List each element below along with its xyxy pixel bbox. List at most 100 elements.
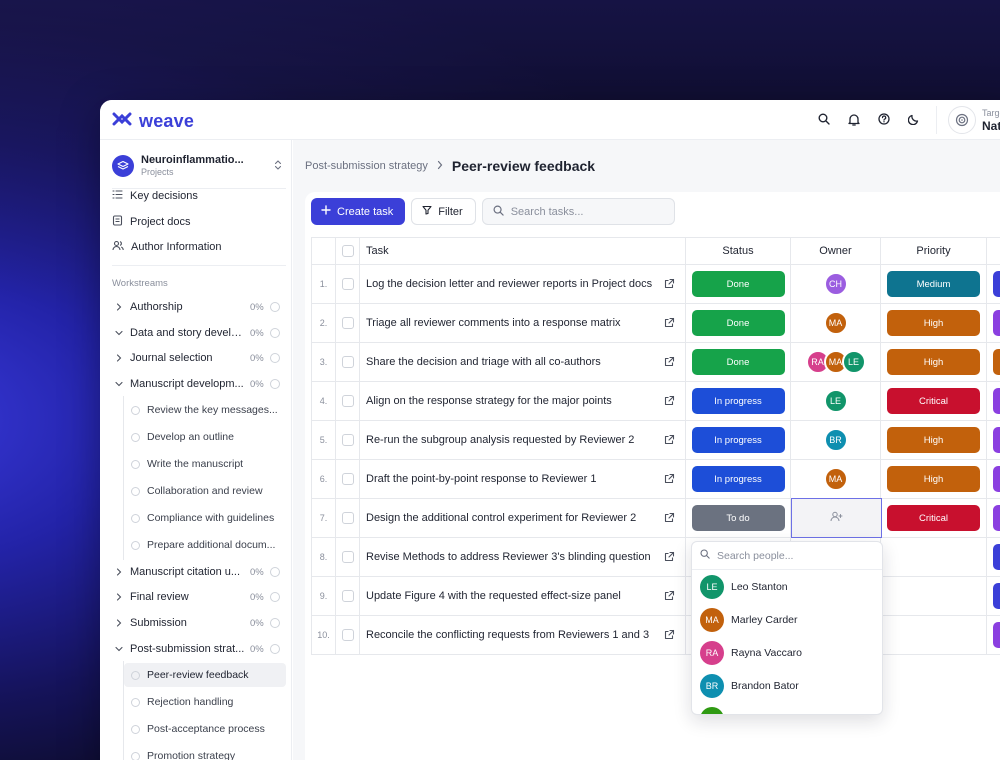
extra-pill[interactable] bbox=[993, 427, 1000, 453]
help-icon[interactable] bbox=[876, 111, 892, 127]
status-pill[interactable]: Done bbox=[691, 310, 785, 336]
task-cell[interactable]: Reconcile the conflicting requests from … bbox=[360, 616, 686, 654]
extra-pill[interactable] bbox=[993, 583, 1000, 609]
workstream-manuscript-citation[interactable]: Manuscript citation u... 0% bbox=[112, 562, 284, 582]
priority-pill[interactable]: High bbox=[887, 349, 980, 375]
workstream-manuscript-development[interactable]: Manuscript developm... 0% bbox=[112, 374, 284, 394]
project-switcher[interactable]: Neuroinflammatio... Projects bbox=[112, 152, 282, 180]
extra-pill[interactable] bbox=[993, 466, 1000, 492]
header-priority[interactable]: Priority bbox=[881, 238, 987, 264]
task-cell[interactable]: Update Figure 4 with the requested effec… bbox=[360, 577, 686, 615]
person-option[interactable] bbox=[692, 702, 882, 714]
header-status[interactable]: Status bbox=[686, 238, 791, 264]
owner-cell[interactable]: BR bbox=[791, 421, 881, 459]
task-cell[interactable]: Design the additional control experiment… bbox=[360, 499, 686, 537]
owner-cell[interactable]: MA bbox=[791, 304, 881, 342]
priority-pill[interactable]: Medium bbox=[887, 271, 980, 297]
status-pill[interactable]: In progress bbox=[691, 388, 785, 414]
owner-avatars[interactable]: MA bbox=[823, 311, 848, 335]
task-cell[interactable]: Log the decision letter and reviewer rep… bbox=[360, 265, 686, 303]
row-checkbox[interactable] bbox=[341, 629, 354, 641]
moon-icon[interactable] bbox=[906, 111, 922, 127]
header-task[interactable]: Task bbox=[360, 238, 686, 264]
extra-pill[interactable] bbox=[993, 505, 1000, 531]
nav-key-decisions[interactable]: Key decisions bbox=[112, 189, 198, 203]
owner-cell[interactable]: RA MA LE bbox=[791, 343, 881, 381]
priority-pill[interactable]: Critical bbox=[887, 505, 980, 531]
task-cell[interactable]: Draft the point-by-point response to Rev… bbox=[360, 460, 686, 498]
subitem-promotion-strategy[interactable]: Promotion strategy bbox=[124, 744, 286, 760]
workstream-final-review[interactable]: Final review 0% bbox=[112, 587, 284, 607]
owner-cell[interactable]: MA bbox=[791, 460, 881, 498]
owner-avatars[interactable]: LE bbox=[823, 389, 848, 413]
external-link-icon[interactable] bbox=[664, 395, 675, 409]
table-row[interactable]: 5. Re-run the subgroup analysis requeste… bbox=[312, 421, 1000, 460]
status-pill[interactable]: To do bbox=[691, 505, 785, 531]
row-checkbox[interactable] bbox=[341, 551, 354, 563]
subitem-compliance-guidelines[interactable]: Compliance with guidelines bbox=[124, 506, 286, 530]
search-icon[interactable] bbox=[816, 111, 832, 127]
status-pill[interactable]: In progress bbox=[691, 466, 785, 492]
owner-cell-selected[interactable] bbox=[791, 498, 882, 538]
table-row[interactable]: 2. Triage all reviewer comments into a r… bbox=[312, 304, 1000, 343]
target-journal[interactable]: Targe Natu bbox=[948, 106, 1000, 134]
task-cell[interactable]: Re-run the subgroup analysis requested b… bbox=[360, 421, 686, 459]
subitem-post-acceptance[interactable]: Post-acceptance process bbox=[124, 717, 286, 741]
table-row[interactable]: 1. Log the decision letter and reviewer … bbox=[312, 265, 1000, 304]
subitem-rejection-handling[interactable]: Rejection handling bbox=[124, 690, 286, 714]
task-cell[interactable]: Revise Methods to address Reviewer 3's b… bbox=[360, 538, 686, 576]
task-cell[interactable]: Align on the response strategy for the m… bbox=[360, 382, 686, 420]
extra-pill[interactable] bbox=[993, 622, 1000, 648]
person-option[interactable]: RA Rayna Vaccaro bbox=[692, 636, 882, 669]
workstream-post-submission[interactable]: Post-submission strat... 0% bbox=[112, 639, 284, 659]
people-search-input[interactable]: Search people... bbox=[692, 542, 882, 570]
table-row[interactable]: 6. Draft the point-by-point response to … bbox=[312, 460, 1000, 499]
subitem-write-manuscript[interactable]: Write the manuscript bbox=[124, 452, 286, 476]
extra-pill[interactable] bbox=[993, 310, 1000, 336]
row-checkbox[interactable] bbox=[341, 473, 354, 485]
table-row[interactable]: 9. Update Figure 4 with the requested ef… bbox=[312, 577, 1000, 616]
task-cell[interactable]: Triage all reviewer comments into a resp… bbox=[360, 304, 686, 342]
external-link-icon[interactable] bbox=[664, 512, 675, 526]
table-row[interactable]: 3. Share the decision and triage with al… bbox=[312, 343, 1000, 382]
row-checkbox[interactable] bbox=[341, 434, 354, 446]
task-cell[interactable]: Share the decision and triage with all c… bbox=[360, 343, 686, 381]
person-option[interactable]: BR Brandon Bator bbox=[692, 669, 882, 702]
extra-pill[interactable] bbox=[993, 271, 1000, 297]
external-link-icon[interactable] bbox=[664, 590, 675, 604]
row-checkbox[interactable] bbox=[341, 356, 354, 368]
status-pill[interactable]: Done bbox=[691, 271, 785, 297]
owner-cell[interactable]: CH bbox=[791, 265, 881, 303]
row-checkbox[interactable] bbox=[341, 512, 354, 524]
select-all-checkbox[interactable] bbox=[341, 245, 354, 257]
header-owner[interactable]: Owner bbox=[791, 238, 881, 264]
bell-icon[interactable] bbox=[846, 111, 862, 127]
external-link-icon[interactable] bbox=[664, 434, 675, 448]
priority-pill[interactable]: High bbox=[887, 427, 980, 453]
extra-pill[interactable] bbox=[993, 544, 1000, 570]
owner-avatars[interactable]: RA MA LE bbox=[805, 350, 866, 374]
workstream-data-story[interactable]: Data and story develo... 0% bbox=[112, 323, 284, 343]
breadcrumb-parent[interactable]: Post-submission strategy bbox=[305, 160, 428, 172]
priority-pill[interactable]: Critical bbox=[887, 388, 980, 414]
owner-cell[interactable]: LE bbox=[791, 382, 881, 420]
owner-avatars[interactable]: CH bbox=[823, 272, 848, 296]
subitem-peer-review-feedback[interactable]: Peer-review feedback bbox=[124, 663, 286, 687]
table-row[interactable]: 4. Align on the response strategy for th… bbox=[312, 382, 1000, 421]
nav-author-information[interactable]: Author Information bbox=[112, 240, 222, 254]
owner-avatars[interactable]: BR bbox=[823, 428, 848, 452]
row-checkbox[interactable] bbox=[341, 317, 354, 329]
external-link-icon[interactable] bbox=[664, 629, 675, 643]
priority-pill[interactable]: High bbox=[887, 310, 980, 336]
row-checkbox[interactable] bbox=[341, 590, 354, 602]
workstream-journal-selection[interactable]: Journal selection 0% bbox=[112, 348, 284, 368]
create-task-button[interactable]: Create task bbox=[311, 198, 406, 225]
workstream-authorship[interactable]: Authorship 0% bbox=[112, 297, 284, 317]
filter-button[interactable]: Filter bbox=[411, 198, 476, 225]
owner-avatars[interactable]: MA bbox=[823, 467, 848, 491]
external-link-icon[interactable] bbox=[664, 551, 675, 565]
subitem-review-key-messages[interactable]: Review the key messages... bbox=[124, 398, 286, 422]
table-row[interactable]: 8. Revise Methods to address Reviewer 3'… bbox=[312, 538, 1000, 577]
external-link-icon[interactable] bbox=[664, 356, 675, 370]
extra-pill[interactable] bbox=[993, 388, 1000, 414]
